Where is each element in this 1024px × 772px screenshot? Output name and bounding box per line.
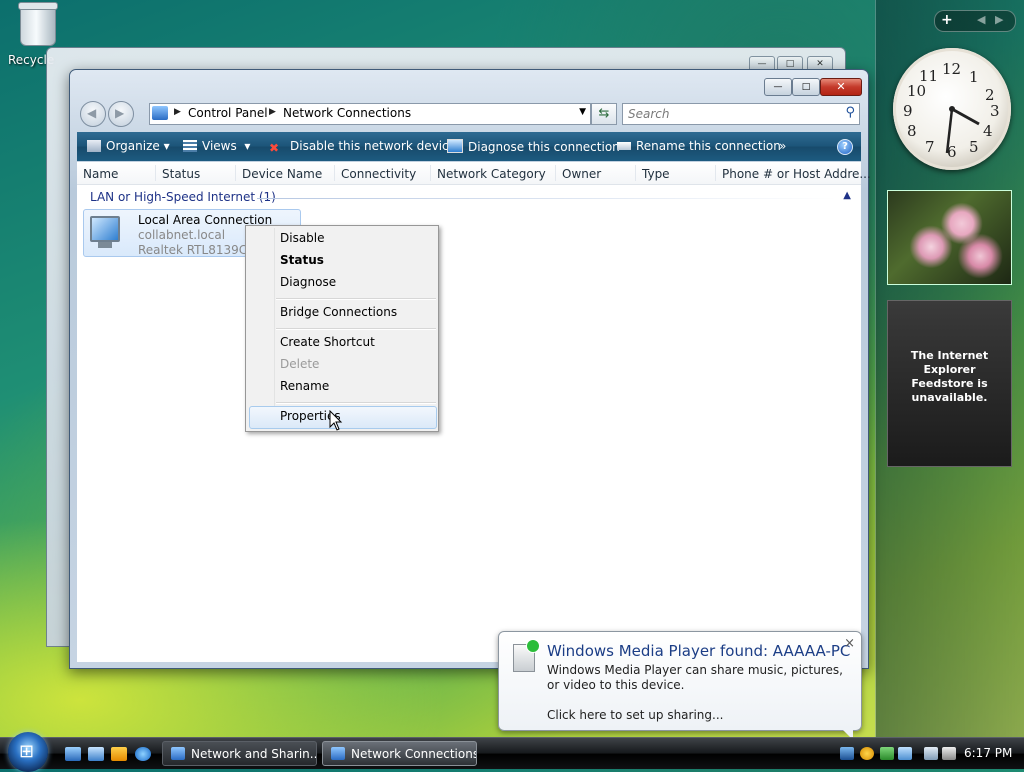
forward-arrow-icon: ▶ <box>115 106 125 120</box>
connection-network: collabnet.local <box>138 228 226 242</box>
notification-title: Windows Media Player found: AAAAA-PC <box>547 642 851 660</box>
column-header-owner[interactable]: Owner <box>562 167 601 181</box>
taskbar-clock[interactable]: 6:17 PM <box>964 746 1012 760</box>
clock-number: 6 <box>947 143 957 161</box>
collapse-group-icon[interactable]: ▲ <box>843 190 851 201</box>
setup-sharing-link[interactable]: Click here to set up sharing... <box>547 708 723 722</box>
search-input[interactable]: Search ⚲ <box>622 103 860 125</box>
group-divider <box>257 198 837 199</box>
network-connections-window[interactable]: — □ ✕ ◀ ▶ ▶ Control Panel ▶ Network Conn… <box>69 69 871 669</box>
address-dropdown-icon[interactable]: ▼ <box>579 107 586 117</box>
windows-logo-icon: ⊞ <box>19 741 35 762</box>
views-button[interactable]: Views ▾ <box>183 139 250 153</box>
network-connections-icon <box>331 747 345 760</box>
sidebar-controls: + ◀ ▶ <box>934 10 1016 32</box>
clock-number: 1 <box>969 68 979 86</box>
security-shield-icon[interactable] <box>860 747 874 760</box>
network-tray-icon[interactable] <box>924 747 938 760</box>
menu-item-diagnose[interactable]: Diagnose <box>280 275 336 289</box>
notification-balloon[interactable]: Windows Media Player found: AAAAA-PC Win… <box>498 631 862 740</box>
network-sharing-icon <box>171 747 185 760</box>
taskbar-button-network-sharing[interactable]: Network and Sharin... <box>162 741 317 766</box>
close-button[interactable]: ✕ <box>820 78 862 96</box>
trash-can-icon <box>18 2 58 46</box>
menu-item-create-shortcut[interactable]: Create Shortcut <box>280 335 375 349</box>
search-icon[interactable]: ⚲ <box>845 105 855 120</box>
views-icon <box>183 140 197 152</box>
volume-muted-icon[interactable] <box>942 747 956 760</box>
close-icon[interactable]: × <box>844 636 855 651</box>
forward-button[interactable]: ▶ <box>108 101 134 127</box>
column-header-network-category[interactable]: Network Category <box>437 167 546 181</box>
context-menu: Disable Status Diagnose Bridge Connectio… <box>245 225 439 432</box>
menu-item-delete: Delete <box>280 357 320 371</box>
feed-headlines-gadget[interactable]: The Internet Explorer Feedstore is unava… <box>887 300 1012 467</box>
feedstore-message: The Internet Explorer Feedstore is unava… <box>910 349 989 404</box>
organize-button[interactable]: Organize ▾ <box>87 139 170 153</box>
taskbar-button-network-connections[interactable]: Network Connections <box>322 741 477 766</box>
clock-number: 3 <box>990 102 1000 120</box>
previous-icon[interactable]: ◀ <box>977 13 985 26</box>
menu-highlight <box>249 406 437 429</box>
clock-gadget[interactable]: 12 1 2 3 4 5 6 7 8 9 10 11 <box>893 48 1011 170</box>
more-commands-button[interactable]: » <box>779 139 786 153</box>
clock-number: 4 <box>983 122 993 140</box>
media-player-icon[interactable] <box>111 747 127 761</box>
search-placeholder: Search <box>628 107 670 121</box>
clock-number: 5 <box>969 138 979 156</box>
disable-icon: ✖ <box>269 141 280 155</box>
clock-number: 12 <box>942 60 962 78</box>
column-header-status[interactable]: Status <box>162 167 200 181</box>
breadcrumb-control-panel[interactable]: Control Panel <box>188 106 268 120</box>
breadcrumb-network-connections[interactable]: Network Connections <box>283 106 411 120</box>
maximize-button[interactable]: □ <box>792 78 820 96</box>
column-header-type[interactable]: Type <box>642 167 670 181</box>
windows-sidebar-tray-icon[interactable] <box>898 747 912 760</box>
clock-number: 7 <box>925 138 935 156</box>
group-header[interactable]: LAN or High-Speed Internet (1) <box>90 190 276 204</box>
organize-icon <box>87 140 101 152</box>
rename-icon <box>617 142 631 150</box>
taskbar: ⊞ Network and Sharin... Network Connecti… <box>0 732 1024 772</box>
media-player-device-icon <box>513 639 540 672</box>
back-button[interactable]: ◀ <box>80 101 106 127</box>
column-header-row: Name Status Device Name Connectivity Net… <box>77 162 871 185</box>
menu-item-rename[interactable]: Rename <box>280 379 329 393</box>
media-sharing-tray-icon[interactable] <box>840 747 854 760</box>
back-arrow-icon: ◀ <box>87 106 97 120</box>
menu-item-disable[interactable]: Disable <box>280 231 325 245</box>
column-header-phone-host[interactable]: Phone # or Host Addre... <box>722 167 871 181</box>
switch-windows-icon[interactable] <box>88 747 104 761</box>
update-tray-icon[interactable] <box>880 747 894 760</box>
minimize-button[interactable]: — <box>764 78 792 96</box>
refresh-button[interactable]: ⇆ <box>591 103 617 125</box>
notification-body: Windows Media Player can share music, pi… <box>547 663 843 692</box>
clock-number: 9 <box>903 102 913 120</box>
menu-item-bridge-connections[interactable]: Bridge Connections <box>280 305 397 319</box>
start-button[interactable]: ⊞ <box>8 732 48 772</box>
clock-number: 8 <box>907 122 917 140</box>
show-desktop-icon[interactable] <box>65 747 81 761</box>
clock-number: 11 <box>919 67 939 85</box>
internet-explorer-icon[interactable] <box>135 747 151 761</box>
disable-device-button[interactable]: ✖ Disable this network device <box>269 139 456 155</box>
next-icon[interactable]: ▶ <box>995 13 1003 26</box>
network-adapter-icon <box>90 216 120 248</box>
diagnose-icon <box>447 139 463 153</box>
breadcrumb-separator-icon[interactable]: ▶ <box>174 107 181 117</box>
diagnose-connection-button[interactable]: Diagnose this connection <box>447 139 620 154</box>
column-header-device-name[interactable]: Device Name <box>242 167 322 181</box>
slideshow-gadget[interactable] <box>887 190 1012 285</box>
mouse-cursor-icon <box>329 410 343 431</box>
help-icon[interactable]: ? <box>837 139 853 155</box>
column-header-name[interactable]: Name <box>83 167 118 181</box>
column-header-connectivity[interactable]: Connectivity <box>341 167 416 181</box>
address-bar[interactable]: ▶ Control Panel ▶ Network Connections ▼ <box>149 103 591 125</box>
breadcrumb-separator-icon[interactable]: ▶ <box>269 107 276 117</box>
command-bar: Organize ▾ Views ▾ ✖ Disable this network… <box>77 132 861 161</box>
rename-connection-button[interactable]: Rename this connection <box>617 139 781 153</box>
control-panel-icon <box>152 106 168 120</box>
menu-item-status[interactable]: Status <box>280 253 324 267</box>
add-gadget-icon[interactable]: + <box>941 12 953 28</box>
